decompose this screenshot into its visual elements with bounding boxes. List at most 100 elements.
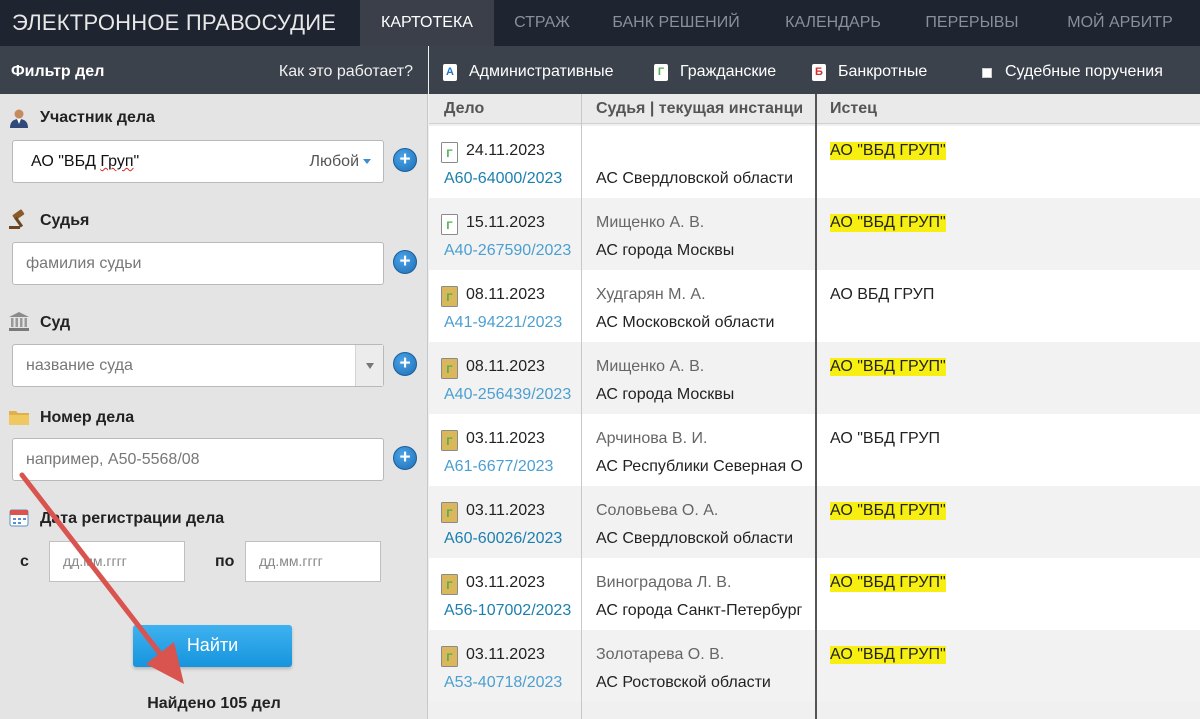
how-it-works-link[interactable]: Как это работает? (279, 63, 413, 81)
case-date: 08.11.2023 (466, 286, 545, 303)
case-number-link[interactable]: А41-94221/2023 (444, 314, 580, 332)
document-white-icon: Г (441, 214, 458, 235)
case-type-bar: А Административные Г Гражданские Б Банкр… (429, 46, 1200, 94)
calendar-icon (9, 509, 29, 527)
case-number-link[interactable]: А40-267590/2023 (444, 242, 580, 260)
add-case-number-button[interactable]: + (393, 446, 417, 470)
judge-name: Соловьева О. А. (596, 502, 719, 519)
nav-tab-kalendar[interactable]: КАЛЕНДАРЬ (762, 0, 904, 46)
find-button[interactable]: Найти (133, 625, 292, 667)
document-gold-icon: Г (441, 430, 458, 451)
column-plaintiff[interactable]: Истец (830, 100, 877, 118)
svg-text:Г: Г (446, 220, 453, 232)
plaintiff-name[interactable]: АО "ВБД ГРУП" (830, 502, 946, 520)
chevron-down-icon (363, 159, 371, 165)
court-name: АС Свердловской области (596, 530, 793, 547)
document-gold-icon: Г (441, 286, 458, 307)
court-name: АС Ростовской области (596, 674, 771, 691)
judge-label: Судья (40, 212, 90, 229)
plaintiff-name[interactable]: АО "ВБД ГРУП" (830, 142, 946, 160)
filter-bankruptcy[interactable]: Банкротные (838, 63, 927, 81)
judge-input[interactable]: фамилия судьи (12, 242, 384, 285)
court-select[interactable]: название суда (12, 344, 384, 387)
nav-tab-bank-resheniy[interactable]: БАНК РЕШЕНИЙ (590, 0, 762, 46)
filter-header: Фильтр дел Как это работает? (0, 46, 428, 94)
svg-text:Г: Г (446, 508, 453, 520)
folder-icon (9, 411, 29, 425)
case-number-label: Номер дела (40, 409, 135, 426)
filter-sidebar: Фильтр дел Как это работает? Участник де… (0, 46, 428, 719)
case-number-link[interactable]: А61-6677/2023 (444, 458, 580, 476)
case-number-link[interactable]: А53-40718/2023 (444, 674, 580, 692)
filter-court-orders[interactable]: Судебные поручения (1005, 63, 1163, 81)
plaintiff-name[interactable]: АО ВБД ГРУП (830, 286, 934, 304)
participant-input[interactable]: АО "ВБД Груп" Любой (12, 140, 384, 183)
court-orders-checkbox[interactable] (982, 68, 992, 78)
svg-text:Г: Г (446, 292, 453, 304)
plaintiff-name[interactable]: АО "ВБД ГРУП" (830, 214, 946, 232)
filter-civil[interactable]: Гражданские (680, 63, 776, 81)
top-navigation: ЭЛЕКТРОННОЕ ПРАВОСУДИЕ КАРТОТЕКА СТРАЖ Б… (0, 0, 1200, 46)
judge-name: Худгарян М. А. (596, 286, 706, 303)
gavel-icon (9, 209, 25, 229)
case-number-link[interactable]: А56-107002/2023 (444, 602, 580, 620)
plaintiff-name[interactable]: АО "ВБД ГРУП (830, 430, 940, 448)
add-participant-button[interactable]: + (393, 148, 417, 172)
court-name: АС Московской области (596, 314, 775, 331)
nav-tab-kartoteka[interactable]: КАРТОТЕКА (360, 0, 494, 46)
case-date: 08.11.2023 (466, 358, 545, 375)
date-from-label: с (20, 553, 29, 570)
bankruptcy-icon: Б (812, 64, 826, 81)
date-to-label: по (215, 553, 235, 570)
participant-label: Участник дела (40, 109, 155, 126)
column-judge[interactable]: Судья | текущая инстанция (596, 100, 802, 118)
date-from-input[interactable]: дд.мм.гггг (49, 541, 185, 582)
add-court-button[interactable]: + (393, 352, 417, 376)
svg-text:Г: Г (446, 148, 453, 160)
case-number-input[interactable]: например, А50-5568/08 (12, 438, 384, 481)
judge-name: Мищенко А. В. (596, 214, 705, 231)
civil-icon: Г (654, 64, 668, 81)
court-name: АС города Москвы (596, 386, 735, 403)
document-gold-icon: Г (441, 646, 458, 667)
plaintiff-name[interactable]: АО "ВБД ГРУП" (830, 358, 946, 376)
participant-value-suffix: " (133, 153, 140, 170)
courthouse-icon (9, 312, 29, 331)
document-white-icon: Г (441, 142, 458, 163)
judge-name: Виноградова Л. В. (596, 574, 732, 591)
court-name: АС города Санкт-Петербурга (596, 602, 802, 619)
nav-tab-pereryvy[interactable]: ПЕРЕРЫВЫ (904, 0, 1040, 46)
participant-role-select[interactable]: Любой (310, 141, 371, 182)
column-case[interactable]: Дело (444, 100, 484, 118)
site-logo[interactable]: ЭЛЕКТРОННОЕ ПРАВОСУДИЕ (12, 10, 336, 36)
court-name: АС города Москвы (596, 242, 735, 259)
court-label: Суд (40, 314, 71, 331)
svg-text:Г: Г (446, 652, 453, 664)
nav-tab-strazh[interactable]: СТРАЖ (494, 0, 590, 46)
case-number-link[interactable]: А60-64000/2023 (444, 170, 580, 188)
case-number-link[interactable]: А60-60026/2023 (444, 530, 580, 548)
plaintiff-name[interactable]: АО "ВБД ГРУП" (830, 574, 946, 592)
found-count: Найдено 105 дел (147, 695, 281, 712)
case-number-link[interactable]: А40-256439/2023 (444, 386, 580, 404)
participant-value-word: Груп (100, 153, 134, 170)
add-judge-button[interactable]: + (393, 250, 417, 274)
court-dropdown-button[interactable] (355, 345, 383, 386)
filter-administrative[interactable]: Административные (469, 63, 614, 81)
column-divider (581, 94, 582, 719)
judge-name: Мищенко А. В. (596, 358, 705, 375)
case-date: 24.11.2023 (466, 142, 545, 159)
case-date: 03.11.2023 (466, 430, 545, 447)
case-date: 15.11.2023 (466, 214, 545, 231)
document-gold-icon: Г (441, 574, 458, 595)
plaintiff-name[interactable]: АО "ВБД ГРУП" (830, 646, 946, 664)
document-gold-icon: Г (441, 358, 458, 379)
svg-text:Г: Г (446, 436, 453, 448)
nav-tab-moy-arbitr[interactable]: МОЙ АРБИТР (1040, 0, 1200, 46)
administrative-icon: А (443, 64, 457, 81)
court-name: АС Республики Северная Осетия (596, 458, 802, 475)
document-gold-icon: Г (441, 502, 458, 523)
person-icon (10, 109, 28, 128)
date-to-input[interactable]: дд.мм.гггг (245, 541, 381, 582)
case-date: 03.11.2023 (466, 646, 545, 663)
